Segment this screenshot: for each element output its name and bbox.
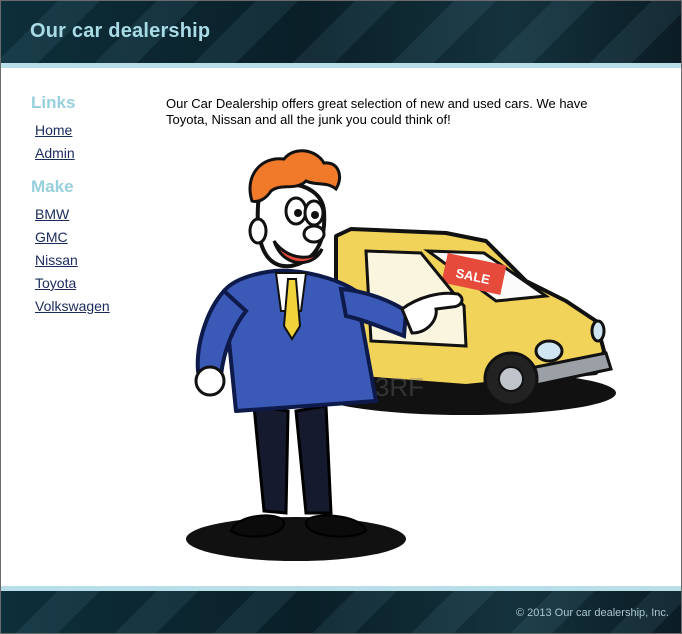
make-link-toyota[interactable]: Toyota xyxy=(35,275,151,291)
intro-text: Our Car Dealership offers great selectio… xyxy=(166,96,588,127)
make-link-volkswagen[interactable]: Volkswagen xyxy=(35,298,151,314)
site-footer: © 2013 Our car dealership, Inc. xyxy=(1,591,681,633)
make-heading: Make xyxy=(31,177,74,196)
site-header: Our car dealership xyxy=(1,1,681,63)
copyright-text: © 2013 Our car dealership, Inc. xyxy=(515,607,669,619)
links-heading: Links xyxy=(31,93,76,112)
nav-link-admin[interactable]: Admin xyxy=(35,145,151,161)
sidebar: Links Home Admin Make BMW GMC Nissan Toy… xyxy=(31,93,151,321)
nav-link-home[interactable]: Home xyxy=(35,122,151,138)
site-title[interactable]: Our car dealership xyxy=(30,20,210,43)
make-link-gmc[interactable]: GMC xyxy=(35,229,151,245)
cartoon-image: SALE 123RF xyxy=(186,149,616,561)
salesman-car-illustration: SALE 123RF xyxy=(166,141,616,571)
make-link-bmw[interactable]: BMW xyxy=(35,206,151,222)
make-link-nissan[interactable]: Nissan xyxy=(35,252,151,268)
header-divider xyxy=(1,63,681,68)
page-frame: Our car dealership Links Home Admin Make… xyxy=(0,0,682,634)
